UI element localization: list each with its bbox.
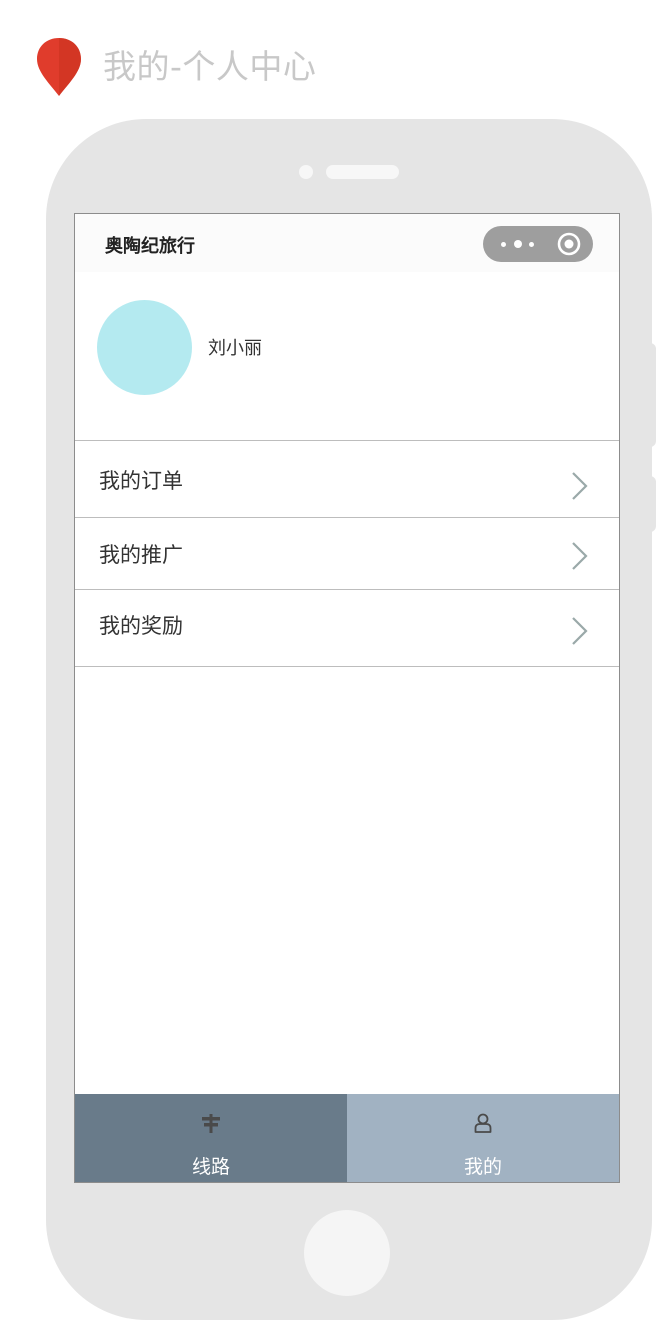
phone-camera bbox=[299, 165, 313, 179]
location-pin-icon bbox=[37, 38, 81, 96]
tab-label: 线路 bbox=[191, 1156, 230, 1178]
tab-bar: 线路 我的 bbox=[75, 1094, 619, 1182]
profile-header: 刘小丽 bbox=[75, 272, 619, 440]
menu-item-label: 我的奖励 bbox=[99, 614, 183, 638]
menu-item-promotion[interactable]: 我的推广 bbox=[75, 517, 619, 589]
app-title: 奥陶纪旅行 bbox=[105, 236, 195, 257]
phone-speaker bbox=[326, 165, 399, 179]
menu-item-label: 我的订单 bbox=[99, 469, 183, 493]
phone-home-button bbox=[304, 1210, 390, 1296]
chevron-right-icon bbox=[572, 542, 588, 570]
chevron-right-icon bbox=[572, 472, 588, 500]
menu-item-label: 我的推广 bbox=[99, 543, 183, 567]
menu-item-rewards[interactable]: 我的奖励 bbox=[75, 589, 619, 667]
page-annotation-title: 我的-个人中心 bbox=[103, 47, 317, 86]
menu-item-orders[interactable]: 我的订单 bbox=[75, 440, 619, 517]
chevron-right-icon bbox=[572, 617, 588, 645]
phone-side-button bbox=[650, 343, 656, 447]
target-circle-icon[interactable] bbox=[557, 232, 581, 256]
user-icon bbox=[474, 1113, 492, 1133]
more-dots-icon[interactable] bbox=[499, 226, 541, 262]
username: 刘小丽 bbox=[208, 338, 262, 359]
tab-label: 我的 bbox=[463, 1156, 502, 1178]
tab-route[interactable]: 线路 bbox=[75, 1094, 347, 1182]
signpost-icon bbox=[202, 1114, 220, 1133]
navigation-bar: 奥陶纪旅行 bbox=[75, 214, 619, 272]
tab-mine[interactable]: 我的 bbox=[347, 1094, 619, 1182]
phone-side-button bbox=[650, 476, 656, 532]
avatar[interactable] bbox=[97, 300, 192, 395]
mini-program-capsule bbox=[483, 226, 593, 262]
app-screen: 奥陶纪旅行 刘小丽 我的订单 我的推广 我的奖励 线路 我的 bbox=[74, 213, 620, 1183]
